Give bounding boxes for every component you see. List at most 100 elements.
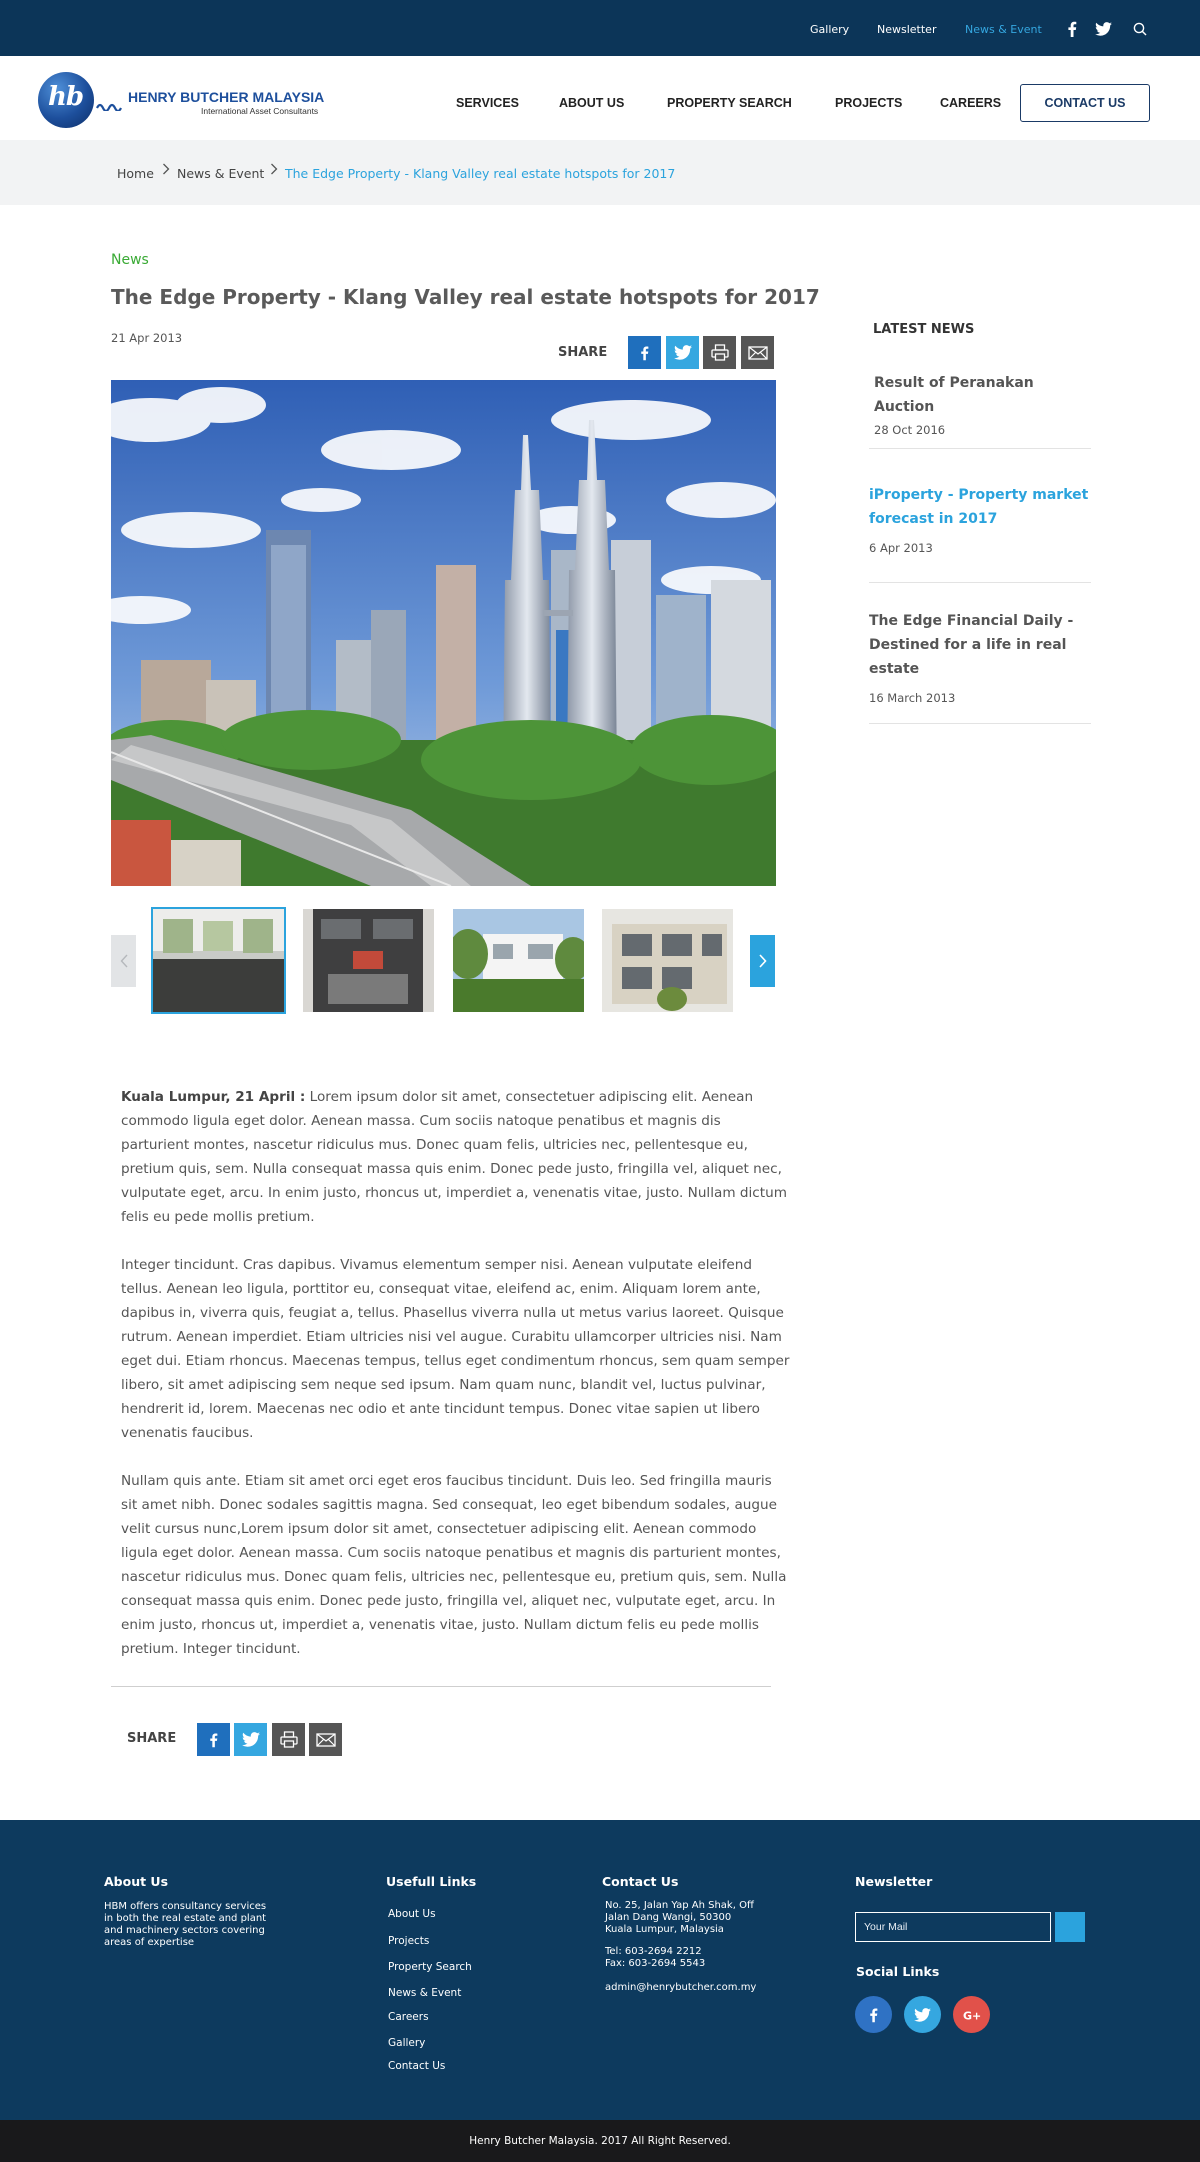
share-twitter-button[interactable] (666, 336, 699, 369)
thumbnail-carousel (111, 905, 776, 1015)
article-paragraph: Integer tincidunt. Cras dapibus. Vivamus… (121, 1257, 790, 1441)
latest-news-title[interactable]: iProperty - Property market forecast in … (869, 483, 1091, 531)
latest-news-item[interactable]: The Edge Financial Daily - Destined for … (869, 609, 1091, 705)
divider (869, 582, 1091, 583)
thumbnail-1[interactable] (151, 907, 286, 1014)
chevron-right-icon (758, 954, 767, 968)
carousel-prev-button[interactable] (111, 935, 136, 987)
facebook-icon (210, 1733, 218, 1747)
share-twitter-button[interactable] (234, 1723, 267, 1756)
share-email-button[interactable] (309, 1723, 342, 1756)
logo-tagline: International Asset Consultants (201, 106, 319, 116)
breadcrumb-home[interactable]: Home (117, 166, 154, 181)
footer-about-text: HBM offers consultancy services in both … (104, 1901, 267, 1948)
social-google-plus-button[interactable]: G+ (953, 1996, 990, 2033)
article-date: 21 Apr 2013 (111, 331, 183, 345)
breadcrumb-current: The Edge Property - Klang Valley real es… (285, 166, 676, 181)
search-icon[interactable] (1131, 20, 1149, 38)
breadcrumb: Home News & Event The Edge Property - Kl… (0, 140, 1200, 205)
thumbnail-4[interactable] (602, 909, 733, 1012)
share-email-button[interactable] (741, 336, 774, 369)
latest-news-item[interactable]: iProperty - Property market forecast in … (869, 483, 1091, 555)
latest-news-date: 6 Apr 2013 (869, 541, 933, 555)
footer-link-gallery[interactable]: Gallery (388, 2037, 425, 2049)
top-bar: Gallery Newsletter News & Event (0, 0, 1200, 56)
article-paragraph: Nullam quis ante. Etiam sit amet orci eg… (121, 1473, 787, 1657)
carousel-next-button[interactable] (750, 935, 775, 987)
newsletter-submit-button[interactable] (1055, 1912, 1085, 1942)
footer-social-heading: Social Links (856, 1964, 940, 1979)
svg-text:G+: G+ (963, 2009, 981, 2021)
thumbnail-2[interactable] (303, 909, 434, 1012)
logo-mark: hb (38, 72, 94, 128)
social-facebook-button[interactable] (855, 1996, 892, 2033)
logo-wave-icon (96, 96, 124, 115)
facebook-icon[interactable] (1063, 20, 1081, 38)
footer-address: No. 25, Jalan Yap Ah Shak, Off Jalan Dan… (605, 1900, 754, 1935)
twitter-icon (241, 1732, 260, 1747)
footer-link-about-us[interactable]: About Us (388, 1908, 436, 1920)
share-facebook-button[interactable] (628, 336, 661, 369)
latest-news-item[interactable]: Result of Peranakan Auction 28 Oct 2016 (869, 371, 1091, 437)
chevron-right-icon (270, 163, 278, 179)
logo-name: HENRY BUTCHER MALAYSIA (128, 89, 325, 105)
footer-links-heading: Usefull Links (386, 1874, 477, 1889)
thumbnail-3[interactable] (453, 909, 584, 1012)
footer-contact-heading: Contact Us (602, 1874, 679, 1889)
divider (111, 1686, 771, 1687)
footer-about-heading: About Us (104, 1874, 169, 1889)
latest-news-heading: LATEST NEWS (873, 322, 975, 337)
article-lead: Kuala Lumpur, 21 April : (121, 1089, 306, 1105)
copyright-bar: Henry Butcher Malaysia. 2017 All Right R… (0, 2120, 1200, 2162)
twitter-icon[interactable] (1094, 20, 1112, 38)
google-plus-icon: G+ (963, 2009, 981, 2021)
footer-link-contact-us[interactable]: Contact Us (388, 2060, 445, 2072)
latest-news-title[interactable]: The Edge Financial Daily - Destined for … (869, 609, 1091, 681)
latest-news-title[interactable]: Result of Peranakan Auction (869, 371, 1091, 419)
article-title: The Edge Property - Klang Valley real es… (111, 285, 820, 309)
footer-link-projects[interactable]: Projects (388, 1935, 429, 1947)
facebook-icon (641, 346, 649, 360)
footer-email-link[interactable]: admin@henrybutcher.com.my (605, 1982, 756, 1994)
share-print-button[interactable] (272, 1723, 305, 1756)
nav-projects[interactable]: PROJECTS (835, 96, 902, 110)
latest-news-date: 16 March 2013 (869, 691, 956, 705)
share-facebook-button[interactable] (197, 1723, 230, 1756)
mail-icon (747, 345, 768, 360)
footer-link-property-search[interactable]: Property Search (388, 1961, 472, 1973)
nav-services[interactable]: SERVICES (456, 96, 519, 110)
newsletter-email-input[interactable]: Your Mail (855, 1912, 1051, 1942)
article-category[interactable]: News (111, 252, 149, 268)
share-print-button[interactable] (703, 336, 736, 369)
article-body: Kuala Lumpur, 21 April : Lorem ipsum dol… (121, 1085, 791, 1685)
social-twitter-button[interactable] (904, 1996, 941, 2033)
topbar-link-gallery[interactable]: Gallery (810, 23, 849, 36)
chevron-right-icon (162, 163, 170, 179)
footer-phone: Tel: 603-2694 2212 Fax: 603-2694 5543 (605, 1946, 706, 1969)
nav-about-us[interactable]: ABOUT US (559, 96, 624, 110)
footer-link-news-event[interactable]: News & Event (388, 1987, 461, 1999)
printer-icon (710, 344, 729, 361)
topbar-link-news-event[interactable]: News & Event (965, 23, 1042, 36)
facebook-icon (870, 2008, 878, 2022)
twitter-icon (914, 2007, 931, 2022)
latest-news-date: 28 Oct 2016 (874, 423, 946, 437)
share-label: SHARE (127, 1731, 177, 1746)
article-paragraph: Kuala Lumpur, 21 April : Lorem ipsum dol… (121, 1089, 787, 1225)
nav-property-search[interactable]: PROPERTY SEARCH (667, 96, 792, 110)
main-header: hb HENRY BUTCHER MALAYSIA International … (0, 56, 1200, 140)
breadcrumb-news-event[interactable]: News & Event (177, 166, 264, 181)
article-hero-image (111, 380, 776, 886)
footer-newsletter-heading: Newsletter (855, 1874, 933, 1889)
divider (869, 723, 1091, 724)
nav-careers[interactable]: CAREERS (940, 96, 1001, 110)
footer: About Us HBM offers consultancy services… (0, 1820, 1200, 2120)
topbar-link-newsletter[interactable]: Newsletter (877, 23, 936, 36)
nav-contact-us-button[interactable]: CONTACT US (1020, 84, 1150, 122)
footer-link-careers[interactable]: Careers (388, 2011, 429, 2023)
printer-icon (279, 1731, 298, 1748)
divider (869, 448, 1091, 449)
twitter-icon (673, 345, 692, 360)
logo[interactable]: hb HENRY BUTCHER MALAYSIA International … (38, 72, 338, 130)
mail-icon (315, 1732, 336, 1747)
